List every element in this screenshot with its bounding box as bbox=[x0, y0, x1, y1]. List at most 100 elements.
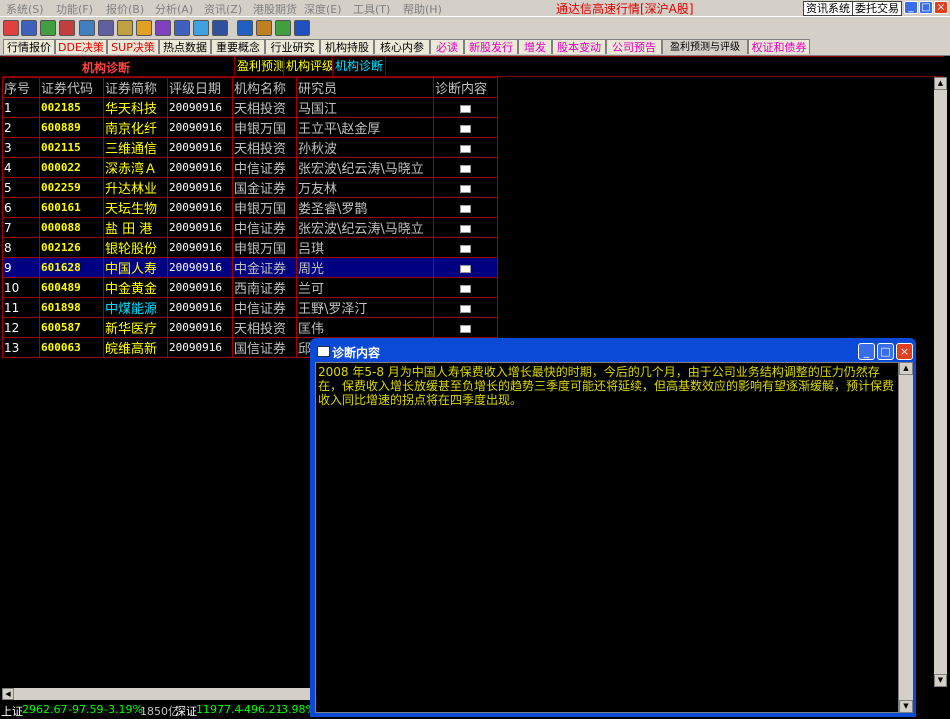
tab-concept[interactable]: 重要概念 bbox=[211, 39, 265, 54]
table-row[interactable]: 4 000022 深赤湾Ａ 20090916 中信证券 张宏波\纪云涛\马晓立 bbox=[2, 157, 498, 178]
tools-icon[interactable] bbox=[275, 20, 291, 36]
subtab-org-rating[interactable]: 机构评级 bbox=[283, 57, 336, 76]
row-diagnosis[interactable] bbox=[433, 157, 498, 178]
scroll-left-icon[interactable]: ◀ bbox=[2, 688, 14, 700]
popup-maximize-icon[interactable]: □ bbox=[877, 343, 894, 360]
row-diagnosis[interactable] bbox=[433, 97, 498, 118]
table-icon[interactable] bbox=[98, 20, 114, 36]
tab-additional[interactable]: 增发 bbox=[518, 39, 552, 54]
folder-icon[interactable] bbox=[237, 20, 253, 36]
row-diagnosis[interactable] bbox=[433, 297, 498, 318]
table-row[interactable]: 12 600587 新华医疗 20090916 天相投资 匡伟 bbox=[2, 317, 498, 338]
row-diagnosis[interactable] bbox=[433, 117, 498, 138]
menu-function[interactable]: 功能(F) bbox=[56, 1, 93, 17]
mail-icon[interactable] bbox=[136, 20, 152, 36]
header-org[interactable]: 机构名称 bbox=[232, 77, 297, 98]
news-icon[interactable] bbox=[174, 20, 190, 36]
subtab-profit-forecast[interactable]: 盈利预测 bbox=[234, 57, 287, 76]
close-icon[interactable]: × bbox=[934, 1, 948, 14]
kline-icon[interactable] bbox=[59, 20, 75, 36]
menu-info[interactable]: 资讯(Z) bbox=[204, 1, 242, 17]
mail-icon[interactable] bbox=[460, 284, 471, 293]
popup-close-icon[interactable]: × bbox=[896, 343, 913, 360]
header-code[interactable]: 证券代码 bbox=[39, 77, 104, 98]
menu-analysis[interactable]: 分析(A) bbox=[155, 1, 193, 17]
etf-icon[interactable] bbox=[212, 20, 228, 36]
header-name[interactable]: 证券简称 bbox=[103, 77, 168, 98]
users-icon[interactable] bbox=[155, 20, 171, 36]
tab-ipo[interactable]: 新股发行 bbox=[464, 39, 518, 54]
mail-icon[interactable] bbox=[460, 184, 471, 193]
search-icon[interactable] bbox=[193, 20, 209, 36]
tab-holdings[interactable]: 机构持股 bbox=[320, 39, 374, 54]
subtab-org-diagnosis[interactable]: 机构诊断 bbox=[332, 57, 387, 76]
table-row[interactable]: 9 601628 中国人寿 20090916 中金证券 周光 bbox=[2, 257, 498, 278]
table-row[interactable]: 2 600889 南京化纤 20090916 申银万国 王立平\赵金厚 bbox=[2, 117, 498, 138]
vertical-scrollbar[interactable]: ▲ ▼ bbox=[934, 77, 947, 687]
header-date[interactable]: 评级日期 bbox=[167, 77, 233, 98]
table-row[interactable]: 10 600489 中金黄金 20090916 西南证券 兰可 bbox=[2, 277, 498, 298]
menu-tools[interactable]: 工具(T) bbox=[353, 1, 390, 17]
tab-sup[interactable]: SUP决策 bbox=[107, 39, 159, 54]
mail-icon[interactable] bbox=[460, 304, 471, 313]
table-row[interactable]: 5 002259 升达林业 20090916 国金证券 万友林 bbox=[2, 177, 498, 198]
row-diagnosis[interactable] bbox=[433, 197, 498, 218]
menu-depth[interactable]: 深度(E) bbox=[304, 1, 342, 17]
header-researcher[interactable]: 研究员 bbox=[296, 77, 434, 98]
tab-industry[interactable]: 行业研究 bbox=[265, 39, 320, 54]
scroll-down-icon[interactable]: ▼ bbox=[934, 674, 947, 687]
tab-quote[interactable]: 行情报价 bbox=[3, 39, 55, 54]
mail-icon[interactable] bbox=[460, 104, 471, 113]
mail-icon[interactable] bbox=[460, 164, 471, 173]
tab-forecast[interactable]: 公司预告 bbox=[606, 39, 662, 54]
row-diagnosis[interactable] bbox=[433, 177, 498, 198]
popup-scroll-up-icon[interactable]: ▲ bbox=[899, 362, 913, 375]
tab-core[interactable]: 核心内参 bbox=[374, 39, 430, 54]
mail-icon[interactable] bbox=[460, 244, 471, 253]
quote-icon[interactable] bbox=[3, 20, 19, 36]
row-diagnosis[interactable] bbox=[433, 137, 498, 158]
mail-icon[interactable] bbox=[460, 224, 471, 233]
mail-icon[interactable] bbox=[460, 144, 471, 153]
header-diagnosis[interactable]: 诊断内容 bbox=[433, 77, 498, 98]
row-diagnosis[interactable] bbox=[433, 237, 498, 258]
export-icon[interactable] bbox=[294, 20, 310, 36]
row-diagnosis[interactable] bbox=[433, 257, 498, 278]
row-diagnosis[interactable] bbox=[433, 277, 498, 298]
tab-hot-data[interactable]: 热点数据 bbox=[159, 39, 211, 54]
table-row[interactable]: 8 002126 银轮股份 20090916 申银万国 吕琪 bbox=[2, 237, 498, 258]
tab-capital[interactable]: 股本变动 bbox=[552, 39, 606, 54]
info-system-button[interactable]: 资讯系统 bbox=[803, 1, 853, 16]
table-row[interactable]: 6 600161 天坛生物 20090916 申银万国 娄圣睿\罗鹊 bbox=[2, 197, 498, 218]
mail-icon[interactable] bbox=[460, 124, 471, 133]
report-icon[interactable] bbox=[117, 20, 133, 36]
popup-scroll-down-icon[interactable]: ▼ bbox=[899, 700, 913, 713]
tab-rating[interactable]: 盈利预测与评级 bbox=[662, 39, 748, 54]
scroll-up-icon[interactable]: ▲ bbox=[934, 77, 947, 90]
header-no[interactable]: 序号 bbox=[2, 77, 40, 98]
table-row[interactable]: 1 002185 华天科技 20090916 天相投资 马国江 bbox=[2, 97, 498, 118]
trade-button[interactable]: 委托交易 bbox=[852, 1, 902, 16]
line-chart-icon[interactable] bbox=[40, 20, 56, 36]
popup-scrollbar[interactable]: ▲ ▼ bbox=[899, 362, 913, 713]
mail-icon[interactable] bbox=[460, 264, 471, 273]
table-row[interactable]: 3 002115 三维通信 20090916 天相投资 孙秋波 bbox=[2, 137, 498, 158]
menu-help[interactable]: 帮助(H) bbox=[403, 1, 442, 17]
table-row[interactable]: 11 601898 中煤能源 20090916 中信证券 王野\罗泽汀 bbox=[2, 297, 498, 318]
horizontal-scrollbar[interactable]: ◀ bbox=[2, 688, 312, 700]
tab-must-read[interactable]: 必读 bbox=[430, 39, 464, 54]
row-diagnosis[interactable] bbox=[433, 317, 498, 338]
mail-icon[interactable] bbox=[460, 204, 471, 213]
window-icon[interactable] bbox=[79, 20, 95, 36]
popup-minimize-icon[interactable]: _ bbox=[858, 343, 875, 360]
mail-icon[interactable] bbox=[460, 324, 471, 333]
minimize-icon[interactable]: _ bbox=[904, 1, 918, 14]
row-diagnosis[interactable] bbox=[433, 217, 498, 238]
maximize-icon[interactable]: □ bbox=[919, 1, 933, 14]
tab-warrant[interactable]: 权证和债券 bbox=[748, 39, 810, 54]
menu-system[interactable]: 系统(S) bbox=[6, 1, 44, 17]
menu-quote[interactable]: 报价(B) bbox=[106, 1, 144, 17]
table-row[interactable]: 7 000088 盐 田 港 20090916 中信证券 张宏波\纪云涛\马晓立 bbox=[2, 217, 498, 238]
menu-hk-futures[interactable]: 港股期货 bbox=[253, 1, 297, 17]
sort-icon[interactable] bbox=[256, 20, 272, 36]
